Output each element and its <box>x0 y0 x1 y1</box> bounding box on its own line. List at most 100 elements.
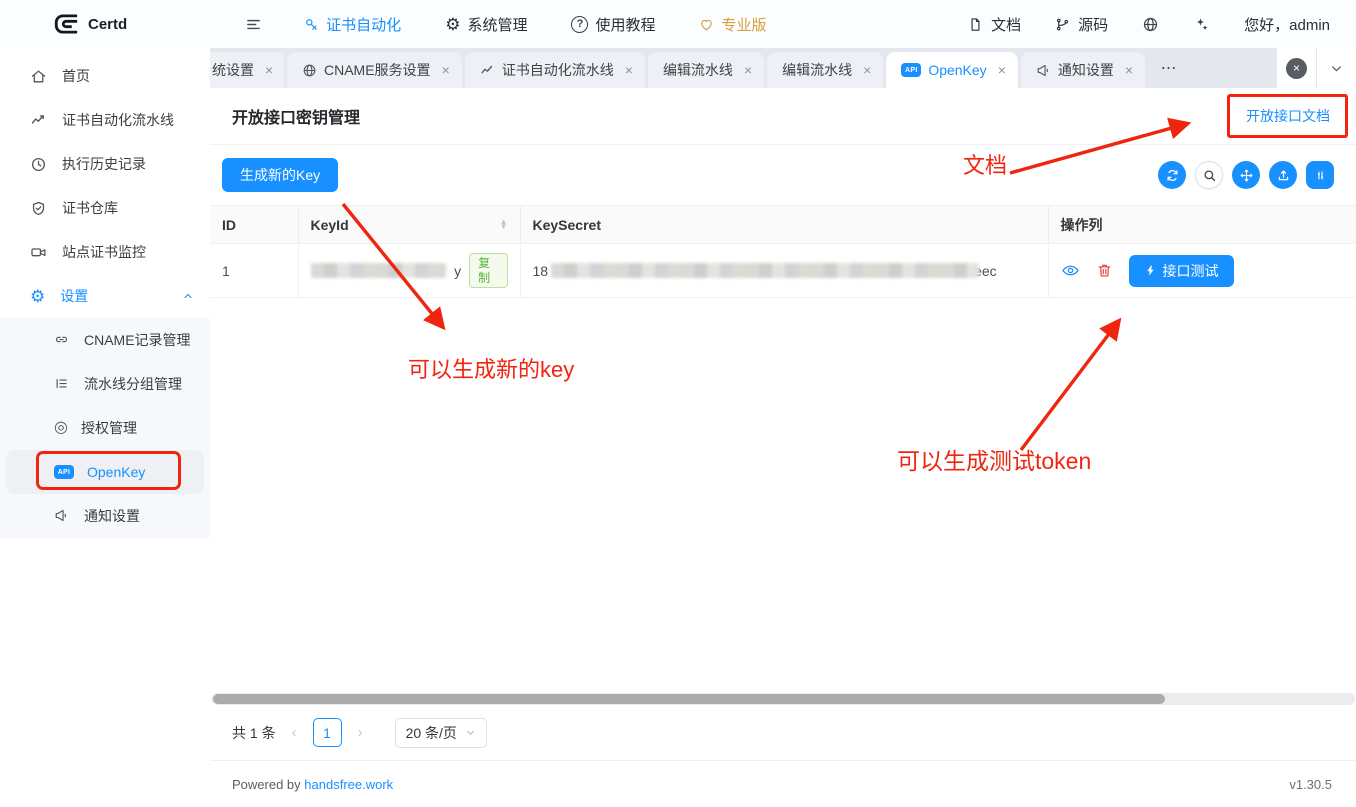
lightning-icon <box>1144 264 1157 277</box>
copy-tag-button[interactable]: 复制 <box>469 253 507 288</box>
close-icon[interactable]: × <box>625 63 633 77</box>
sidebar-label: 流水线分组管理 <box>84 374 182 394</box>
brand[interactable]: Certd <box>53 11 127 37</box>
sidebar-item-openkey[interactable]: API OpenKey <box>6 450 204 494</box>
camera-icon <box>30 244 47 261</box>
close-icon[interactable]: × <box>1125 63 1133 77</box>
tab-label: 证书自动化流水线 <box>502 60 614 80</box>
version-text: v1.30.5 <box>1289 777 1332 792</box>
compact-mode-button[interactable] <box>1232 161 1260 189</box>
open-api-doc-link[interactable]: 开放接口文档 <box>1246 106 1330 126</box>
sidebar-item-pipeline-groups[interactable]: 流水线分组管理 <box>0 362 210 406</box>
collapse-menu-icon[interactable] <box>245 16 262 33</box>
globe-icon[interactable] <box>1142 16 1159 33</box>
sidebar-item-pipelines[interactable]: 证书自动化流水线 <box>0 98 210 142</box>
tab-label: 编辑流水线 <box>782 60 852 80</box>
tab-cname-service[interactable]: CNAME服务设置 × <box>287 52 462 88</box>
page-header: 开放接口密钥管理 开放接口文档 <box>210 88 1356 145</box>
sidebar-label: 站点证书监控 <box>62 242 146 262</box>
nav-cert-automation[interactable]: 证书自动化 <box>304 14 401 35</box>
columns-settings-button[interactable] <box>1306 161 1334 189</box>
sidebar-item-cert-repo[interactable]: 证书仓库 <box>0 186 210 230</box>
next-page-button[interactable]: › <box>354 724 367 741</box>
page-number-button[interactable]: 1 <box>313 718 342 747</box>
tab-openkey[interactable]: API OpenKey × <box>886 52 1018 88</box>
col-header-keysecret: KeySecret <box>520 206 1048 244</box>
link-docs[interactable]: 文档 <box>968 14 1021 35</box>
sidebar-label: 通知设置 <box>84 506 140 526</box>
tab-edit-pipeline-1[interactable]: 编辑流水线 × <box>648 52 764 88</box>
api-test-button[interactable]: 接口测试 <box>1129 255 1234 287</box>
generate-key-button[interactable]: 生成新的Key <box>222 158 338 192</box>
prev-page-button[interactable]: ‹ <box>288 724 301 741</box>
close-icon[interactable]: × <box>998 63 1006 77</box>
export-button[interactable] <box>1269 161 1297 189</box>
sidebar-item-settings[interactable]: ⚙ 设置 <box>0 274 210 318</box>
user-greeting[interactable]: 您好，admin <box>1244 14 1330 35</box>
top-nav: 证书自动化 ⚙ 系统管理 ? 使用教程 专业版 <box>304 14 766 35</box>
eye-icon <box>1061 261 1080 280</box>
refresh-button[interactable] <box>1158 161 1186 189</box>
sidebar-item-auth-manage[interactable]: ◎ 授权管理 <box>0 406 210 450</box>
sliders-icon <box>1313 168 1328 183</box>
sidebar: 首页 证书自动化流水线 执行历史记录 证书仓库 站点证书监控 ⚙ 设置 <box>0 48 210 807</box>
search-button[interactable] <box>1195 161 1223 189</box>
close-icon[interactable]: × <box>863 63 871 77</box>
sidebar-item-history[interactable]: 执行历史记录 <box>0 142 210 186</box>
tab-label: 编辑流水线 <box>663 60 733 80</box>
cell-id: 1 <box>210 244 298 298</box>
sidebar-label: 首页 <box>62 66 90 86</box>
nav-pro-edition[interactable]: 专业版 <box>699 14 766 35</box>
tab-label: OpenKey <box>928 62 986 78</box>
page-size-select[interactable]: 20 条/页 <box>395 718 487 748</box>
tab-list-dropdown-button[interactable] <box>1316 48 1356 88</box>
chevron-down-icon <box>1329 61 1344 76</box>
tab-edit-pipeline-2[interactable]: 编辑流水线 × <box>767 52 883 88</box>
tab-cert-pipelines[interactable]: 证书自动化流水线 × <box>465 52 645 88</box>
more-tabs-icon[interactable]: ⋯ <box>1147 58 1193 78</box>
tab-system-settings[interactable]: 统设置 × <box>210 52 284 88</box>
masked-keyid <box>311 263 447 278</box>
table-header-row: ID KeyId ▲▼ KeySecret 操作列 <box>210 206 1356 244</box>
close-icon[interactable]: × <box>744 63 752 77</box>
nav-tutorial[interactable]: ? 使用教程 <box>571 14 655 35</box>
close-icon[interactable]: × <box>442 63 450 77</box>
delete-button[interactable] <box>1096 262 1113 279</box>
heart-badge-icon <box>699 17 714 32</box>
horizontal-scrollbar[interactable] <box>211 693 1355 705</box>
globe-icon <box>302 63 317 78</box>
chevron-down-icon <box>465 727 476 738</box>
link-source-code[interactable]: 源码 <box>1055 14 1108 35</box>
home-icon <box>30 68 47 85</box>
sort-icon[interactable]: ▲▼ <box>500 220 508 230</box>
tab-label: CNAME服务设置 <box>324 60 431 80</box>
megaphone-icon <box>54 508 71 525</box>
history-clock-icon <box>30 156 47 173</box>
sidebar-label: 执行历史记录 <box>62 154 146 174</box>
document-icon <box>968 17 983 32</box>
tab-notification-settings[interactable]: 通知设置 × <box>1021 52 1145 88</box>
col-header-actions: 操作列 <box>1048 206 1356 244</box>
sidebar-label: OpenKey <box>87 464 145 480</box>
close-all-tabs-button[interactable]: × <box>1276 48 1316 88</box>
close-icon[interactable]: × <box>265 63 273 77</box>
nav-label: 系统管理 <box>467 14 527 35</box>
sidebar-item-notification[interactable]: 通知设置 <box>0 494 210 538</box>
view-button[interactable] <box>1061 261 1080 280</box>
brand-name: Certd <box>88 16 127 33</box>
handsfree-link[interactable]: handsfree.work <box>304 777 393 792</box>
powered-by-text: Powered by handsfree.work <box>232 777 393 792</box>
gear-icon: ⚙ <box>445 16 460 33</box>
nav-system-manage[interactable]: ⚙ 系统管理 <box>445 14 527 35</box>
sidebar-item-home[interactable]: 首页 <box>0 54 210 98</box>
sidebar-item-cname-records[interactable]: CNAME记录管理 <box>0 318 210 362</box>
nav-label: 使用教程 <box>595 14 655 35</box>
sidebar-item-site-monitor[interactable]: 站点证书监控 <box>0 230 210 274</box>
sparkles-icon[interactable] <box>1193 16 1210 33</box>
scrollbar-thumb[interactable] <box>213 694 1165 704</box>
move-arrows-icon <box>1239 168 1254 183</box>
trend-line-icon <box>480 63 495 78</box>
sidebar-label: 授权管理 <box>81 418 137 438</box>
cell-keyid: y 复制 <box>298 244 520 298</box>
api-icon: API <box>901 63 921 77</box>
